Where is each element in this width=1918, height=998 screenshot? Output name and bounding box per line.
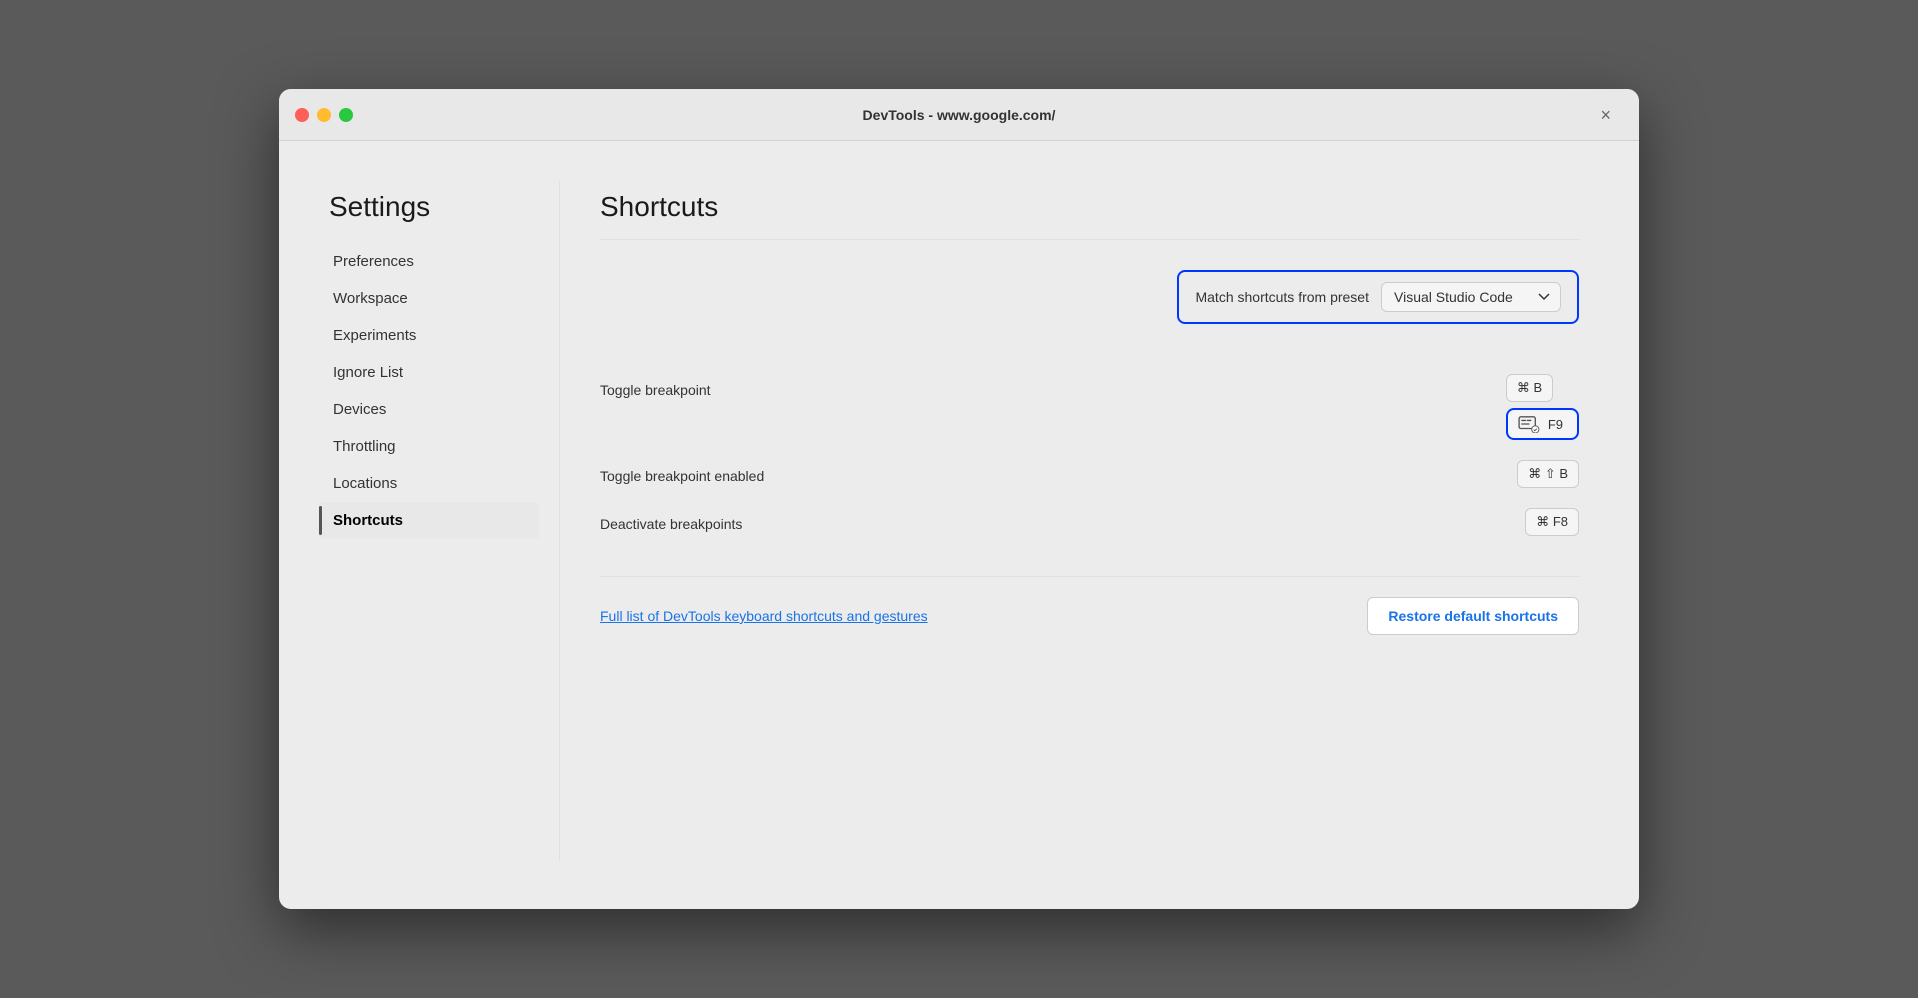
- key-combo-cmd-b: ⌘ B: [1506, 374, 1553, 402]
- sidebar-item-locations[interactable]: Locations: [319, 465, 539, 502]
- shortcut-keys-enabled: ⌘ ⇧ B: [1517, 460, 1579, 488]
- sidebar-item-workspace[interactable]: Workspace: [319, 280, 539, 317]
- key-combo-cmd-f8: ⌘ F8: [1525, 508, 1579, 536]
- sidebar-item-preferences[interactable]: Preferences: [319, 243, 539, 280]
- restore-default-shortcuts-button[interactable]: Restore default shortcuts: [1367, 597, 1579, 635]
- sidebar-heading: Settings: [319, 191, 539, 223]
- shortcut-name-enabled: Toggle breakpoint enabled: [600, 460, 1497, 484]
- content-area: Shortcuts Match shortcuts from preset Vi…: [559, 181, 1599, 861]
- traffic-lights: [295, 108, 353, 122]
- close-traffic-light[interactable]: [295, 108, 309, 122]
- preset-container: Match shortcuts from preset Visual Studi…: [1177, 270, 1579, 324]
- sidebar: Settings Preferences Workspace Experimen…: [319, 181, 539, 861]
- titlebar: DevTools - www.google.com/ ×: [279, 89, 1639, 141]
- window-title: DevTools - www.google.com/: [863, 107, 1056, 123]
- keyboard-edit-icon: [1518, 415, 1540, 433]
- footer-row: Full list of DevTools keyboard shortcuts…: [600, 576, 1579, 635]
- preset-row: Match shortcuts from preset Visual Studi…: [600, 270, 1579, 324]
- sidebar-item-throttling[interactable]: Throttling: [319, 428, 539, 465]
- sidebar-item-ignore-list[interactable]: Ignore List: [319, 354, 539, 391]
- key-combo-f9-highlighted: F9: [1506, 408, 1579, 440]
- shortcut-toggle-enabled: Toggle breakpoint enabled ⌘ ⇧ B: [600, 450, 1579, 498]
- key-combo-cmd-shift-b: ⌘ ⇧ B: [1517, 460, 1579, 488]
- maximize-traffic-light[interactable]: [339, 108, 353, 122]
- shortcut-deactivate: Deactivate breakpoints ⌘ F8: [600, 498, 1579, 546]
- devtools-window: DevTools - www.google.com/ × Settings Pr…: [279, 89, 1639, 909]
- minimize-traffic-light[interactable]: [317, 108, 331, 122]
- sidebar-item-devices[interactable]: Devices: [319, 391, 539, 428]
- shortcut-name: Toggle breakpoint: [600, 374, 1486, 398]
- preset-label: Match shortcuts from preset: [1195, 289, 1369, 305]
- shortcut-toggle-breakpoint: Toggle breakpoint ⌘ B: [600, 364, 1579, 450]
- sidebar-item-experiments[interactable]: Experiments: [319, 317, 539, 354]
- shortcuts-table: Toggle breakpoint ⌘ B: [600, 364, 1579, 546]
- divider: [600, 239, 1579, 240]
- close-button[interactable]: ×: [1592, 102, 1619, 128]
- key-badge-cmd: ⌘ B: [1506, 374, 1553, 402]
- key-badge-cmd-shift-b: ⌘ ⇧ B: [1517, 460, 1579, 488]
- page-title: Shortcuts: [600, 191, 1579, 223]
- key-badge-f9: F9: [1506, 408, 1579, 440]
- key-badge-cmd-f8: ⌘ F8: [1525, 508, 1579, 536]
- preset-select[interactable]: Visual Studio Code DevTools (Default): [1381, 282, 1561, 312]
- window-body: Settings Preferences Workspace Experimen…: [279, 141, 1639, 901]
- shortcut-keys-deactivate: ⌘ F8: [1525, 508, 1579, 536]
- sidebar-item-shortcuts[interactable]: Shortcuts: [319, 502, 539, 539]
- shortcut-keys: ⌘ B: [1506, 374, 1579, 440]
- full-list-link[interactable]: Full list of DevTools keyboard shortcuts…: [600, 608, 928, 624]
- shortcut-name-deactivate: Deactivate breakpoints: [600, 508, 1505, 532]
